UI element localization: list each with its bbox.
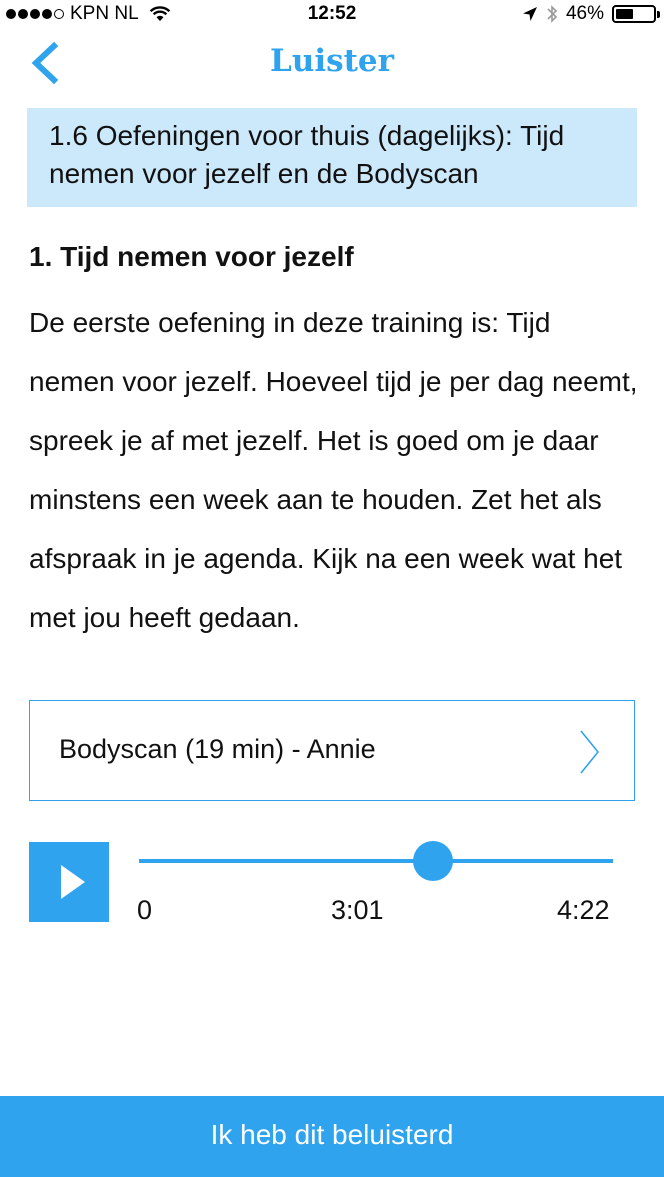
progress-knob[interactable] xyxy=(412,841,453,881)
chevron-right-icon xyxy=(580,730,600,774)
battery-icon xyxy=(612,5,660,23)
play-icon xyxy=(61,865,85,899)
section-body-text: De eerste oefening in deze training is: … xyxy=(29,307,638,633)
audio-track-label: Bodyscan (19 min) - Annie xyxy=(59,734,376,764)
status-right: 46% xyxy=(522,3,660,25)
section-heading: 1. Tijd nemen voor jezelf xyxy=(29,241,354,272)
location-arrow-icon xyxy=(522,7,537,21)
nav-bar: Luister xyxy=(0,30,664,96)
battery-percent: 46% xyxy=(565,3,604,24)
status-bar: KPN NL 12:52 46% xyxy=(0,0,664,30)
time-end-label: 4:22 xyxy=(557,895,610,925)
bluetooth-icon xyxy=(547,5,558,23)
page-title: Luister xyxy=(270,43,394,79)
time-current-label: 3:01 xyxy=(331,895,384,925)
time-start-label: 0 xyxy=(137,895,153,925)
audio-track-selector[interactable]: Bodyscan (19 min) - Annie xyxy=(29,700,635,801)
play-button[interactable] xyxy=(29,842,109,922)
mark-listened-button[interactable]: Ik heb dit beluisterd xyxy=(0,1096,664,1177)
audio-progress-slider[interactable] xyxy=(139,841,613,881)
lesson-title-banner: 1.6 Oefeningen voor thuis (dagelijks): T… xyxy=(27,108,637,207)
